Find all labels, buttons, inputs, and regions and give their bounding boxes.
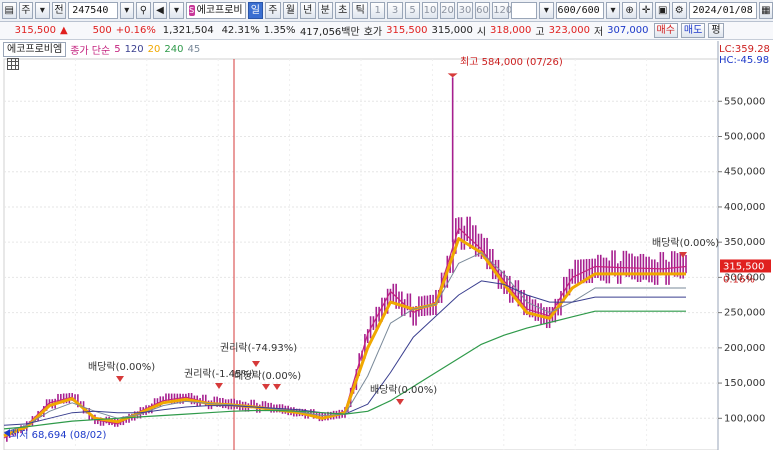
y-tick-label: 450,000 xyxy=(724,167,765,178)
chart-legend: 에코프로비엠 종가 단순 5 120 20 240 45 xyxy=(0,41,200,57)
legend-line-label: 종가 단순 xyxy=(70,45,111,57)
legend-ma5: 5 xyxy=(114,43,121,55)
list-icon[interactable]: ▾ xyxy=(169,2,184,19)
count-display: 600 xyxy=(557,5,576,16)
interval-120[interactable]: 120 xyxy=(492,2,512,19)
crosshair-icon[interactable]: ✛ xyxy=(638,2,654,19)
interval-1[interactable]: 1 xyxy=(369,2,386,19)
code-dropdown-icon[interactable]: ▾ xyxy=(119,2,135,19)
lc-label: LC:359.28 xyxy=(719,44,770,55)
price-chart-svg: 100,000150,000200,000250,000300,000350,0… xyxy=(3,41,771,450)
period-week[interactable]: 주 xyxy=(265,2,281,19)
period-minute[interactable]: 분 xyxy=(317,2,333,19)
period-second[interactable]: 초 xyxy=(334,2,351,19)
interval-3[interactable]: 3 xyxy=(387,2,403,19)
hc-label: HC:-45.98 xyxy=(719,55,769,66)
chart-annotation: 권리락(-74.93%) xyxy=(220,342,297,354)
low-label: 저 xyxy=(593,27,604,38)
sell-button[interactable]: 매도 xyxy=(680,23,706,38)
interval-30[interactable]: 30 xyxy=(457,2,473,19)
y-tick-label: 500,000 xyxy=(724,131,765,142)
dropdown-chevron-icon[interactable]: ▾ xyxy=(35,2,50,19)
legend-ma20: 20 xyxy=(147,43,161,55)
code-input[interactable]: 247540 xyxy=(68,2,118,19)
calendar-icon[interactable]: ▦ xyxy=(758,2,773,19)
current-pct-tag: 0.16% xyxy=(723,274,755,285)
open-value: 318,000 xyxy=(490,25,532,36)
count-total: /600 xyxy=(575,5,600,16)
legend-ma45: 45 xyxy=(187,43,201,55)
chart-annotation: 배당락(0.00%) xyxy=(652,237,719,249)
count-field[interactable]: 600/600 xyxy=(555,2,604,19)
legend-ma120: 120 xyxy=(124,43,144,55)
search-icon[interactable]: ⚲ xyxy=(136,2,151,19)
ask-value: 315,500 xyxy=(386,25,428,36)
custom-interval-input[interactable] xyxy=(511,2,538,19)
chart-annotation: 최저 68,694 (08/02) xyxy=(10,429,106,441)
price-change: 500 xyxy=(92,25,112,36)
turnover-ratio: 1.35% xyxy=(263,25,296,36)
current-price-tag: 315,500 xyxy=(723,261,764,272)
date-input[interactable]: 2024/01/08 xyxy=(688,2,757,19)
legend-ma240: 240 xyxy=(164,43,184,55)
gear-icon[interactable]: ⚙ xyxy=(671,2,687,19)
compare-icon[interactable]: ⊕ xyxy=(622,2,637,19)
chart-annotation: 배당락(0.00%) xyxy=(370,384,437,396)
y-tick-label: 400,000 xyxy=(724,202,765,213)
y-tick-label: 100,000 xyxy=(724,413,765,424)
panel-button[interactable]: 전 xyxy=(51,2,67,19)
save-icon[interactable]: ▣ xyxy=(655,2,670,19)
stock-type-badge-icon: S xyxy=(188,5,195,16)
period-month[interactable]: 월 xyxy=(282,2,299,19)
legend-stock-name: 에코프로비엠 xyxy=(3,41,67,57)
volume-ratio: 42.31% xyxy=(221,25,260,36)
y-tick-label: 350,000 xyxy=(724,237,765,248)
period-tick[interactable]: 틱 xyxy=(352,2,368,19)
volume-icon[interactable]: ◀ xyxy=(152,2,168,19)
buy-button[interactable]: 매수 xyxy=(653,23,678,38)
quote-bar: 315,500 ▲ 500 +0.16% 1,321,504 42.31% 1.… xyxy=(0,22,773,40)
count-dropdown-icon[interactable]: ▾ xyxy=(605,2,621,19)
interval-20[interactable]: 20 xyxy=(439,2,456,19)
layout-icon[interactable]: ▤ xyxy=(2,2,17,19)
current-price: 315,500 xyxy=(14,25,56,36)
price-chart[interactable]: 100,000 150,000 200,000 250,000 300,000 350,0… xyxy=(0,41,773,450)
volume-value: 1,321,504 xyxy=(162,25,214,36)
grid-toggle-icon[interactable] xyxy=(7,58,19,70)
chart-annotation: 최고 584,000 (07/26) xyxy=(460,56,563,68)
low-value: 307,000 xyxy=(607,25,649,36)
menu-select[interactable]: 주 xyxy=(18,2,34,19)
interval-60[interactable]: 60 xyxy=(474,2,491,19)
open-label: 시 xyxy=(476,27,487,38)
eval-button[interactable]: 평 xyxy=(708,23,724,38)
y-tick-label: 250,000 xyxy=(724,308,765,319)
chart-annotation: 배당락(0.00%) xyxy=(88,361,155,373)
bid-value: 315,000 xyxy=(431,25,473,36)
trade-amount: 417,056백만 xyxy=(299,27,360,38)
stock-name-text: 에코프로비 xyxy=(196,5,243,16)
y-tick-label: 150,000 xyxy=(724,378,765,389)
interval-5[interactable]: 5 xyxy=(404,2,421,19)
price-change-pct: +0.16% xyxy=(115,25,156,36)
interval-dropdown-icon[interactable]: ▾ xyxy=(539,2,554,19)
stock-name-field[interactable]: S 에코프로비 xyxy=(185,2,246,19)
y-tick-label: 550,000 xyxy=(724,96,765,107)
ask-label: 호가 xyxy=(363,27,383,38)
high-value: 323,000 xyxy=(548,25,590,36)
period-day[interactable]: 일 xyxy=(247,2,264,19)
up-arrow-icon: ▲ xyxy=(60,25,68,36)
chart-toolbar: ▤ 주 ▾ 전 247540 ▾ ⚲ ◀ ▾ S 에코프로비 일 주 월 년 분… xyxy=(0,0,773,22)
interval-10[interactable]: 10 xyxy=(422,2,438,19)
period-year[interactable]: 년 xyxy=(300,2,316,19)
y-tick-label: 200,000 xyxy=(724,343,765,354)
chart-annotation: 배당락(0.00%) xyxy=(234,370,301,382)
high-label: 고 xyxy=(535,27,545,38)
